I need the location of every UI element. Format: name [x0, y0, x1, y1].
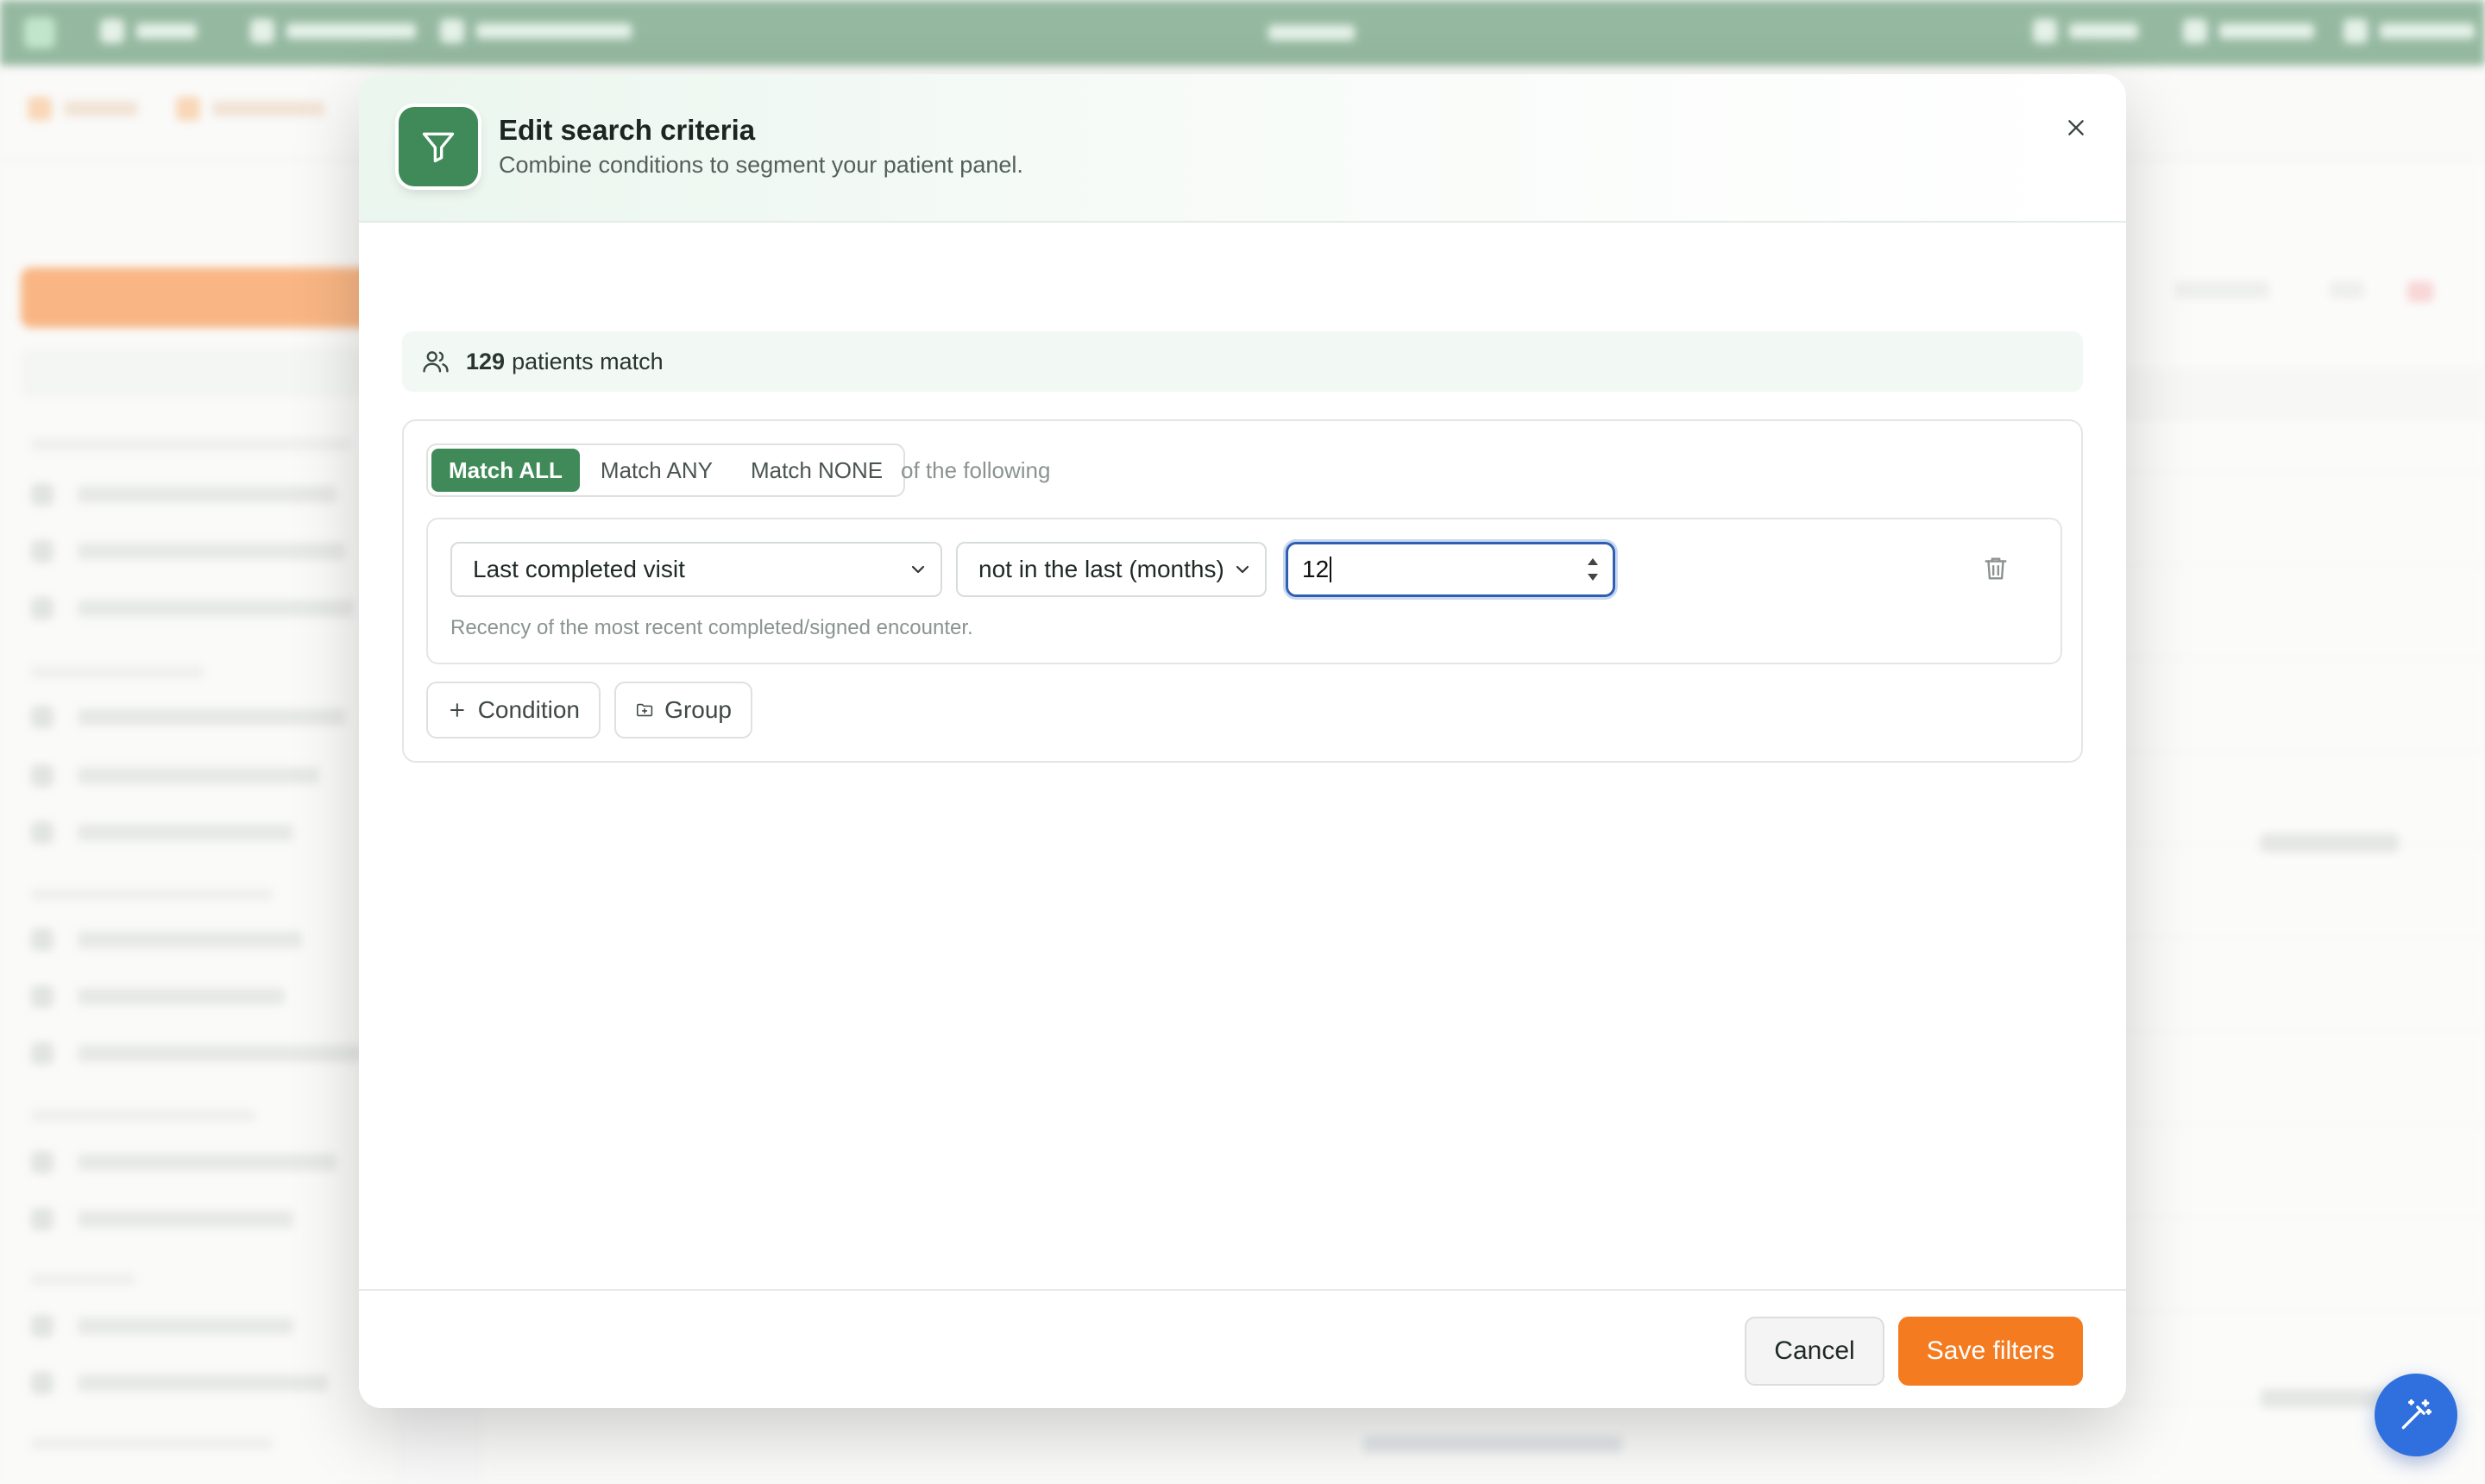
- number-stepper-icon[interactable]: [1583, 551, 1602, 588]
- match-count-label: patients match: [512, 348, 664, 374]
- add-group-button[interactable]: Group: [614, 682, 752, 739]
- chevron-down-icon: [911, 565, 925, 574]
- close-icon: [2068, 120, 2084, 135]
- of-following-label: of the following: [901, 457, 1051, 483]
- dialog-footer: Cancel Save filters: [359, 1289, 2126, 1408]
- dialog-body: 129 patients match Match ALL Match ANY M…: [359, 223, 2126, 1363]
- text-caret: [1330, 556, 1332, 582]
- condition-value-input[interactable]: 12: [1286, 542, 1615, 597]
- folder-plus-icon: [636, 703, 653, 717]
- match-count: 129: [466, 348, 506, 374]
- dialog-title: Edit search criteria: [499, 114, 756, 146]
- add-group-label: Group: [664, 696, 732, 723]
- add-condition-label: Condition: [477, 696, 580, 723]
- plus-icon: [450, 703, 464, 717]
- condition-row: Last completed visit not in the last (mo…: [426, 518, 2062, 664]
- filter-icon: [399, 107, 478, 186]
- trash-icon[interactable]: [1981, 554, 2010, 583]
- match-mode-toggle: Match ALL Match ANY Match NONE: [426, 443, 906, 497]
- edit-search-criteria-dialog: Edit search criteria Combine conditions …: [359, 74, 2126, 1408]
- save-filters-button[interactable]: Save filters: [1898, 1317, 2083, 1386]
- match-any-option[interactable]: Match ANY: [583, 449, 730, 492]
- close-button[interactable]: [2057, 109, 2095, 147]
- condition-group: Match ALL Match ANY Match NONE of the fo…: [402, 419, 2083, 763]
- users-icon: [423, 351, 449, 373]
- dialog-header: Edit search criteria Combine conditions …: [359, 74, 2126, 223]
- condition-operator-value: not in the last (months): [978, 556, 1224, 582]
- match-all-option[interactable]: Match ALL: [431, 449, 580, 492]
- condition-field-value: Last completed visit: [473, 556, 685, 582]
- condition-operator-select[interactable]: not in the last (months): [956, 542, 1267, 597]
- cancel-button[interactable]: Cancel: [1745, 1317, 1884, 1386]
- match-none-option[interactable]: Match NONE: [733, 449, 900, 492]
- dialog-subtitle: Combine conditions to segment your patie…: [499, 152, 1023, 178]
- condition-hint: Recency of the most recent completed/sig…: [450, 616, 973, 639]
- magic-wand-icon: [2401, 1399, 2432, 1430]
- condition-value: 12: [1302, 556, 1330, 582]
- add-condition-button[interactable]: Condition: [426, 682, 601, 739]
- condition-field-select[interactable]: Last completed visit: [450, 542, 942, 597]
- chevron-down-icon: [1236, 565, 1249, 574]
- match-count-bar: 129 patients match: [402, 331, 2083, 392]
- assistant-fab-button[interactable]: [2375, 1374, 2457, 1456]
